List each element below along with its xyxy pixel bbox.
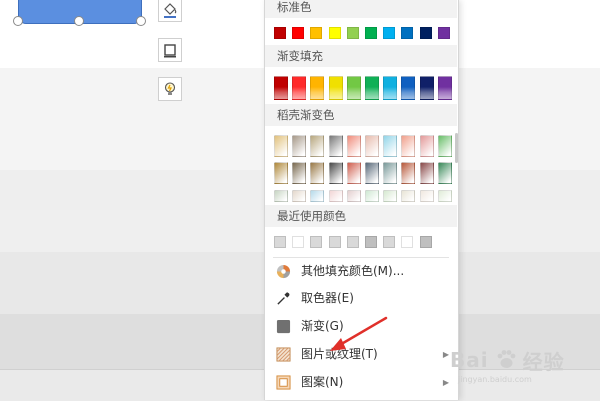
watermark-brand: Bai [450,348,489,372]
baidu-jingyan-watermark: Bai 经验 jingyan.baidu.com [450,342,590,384]
watermark-brand-suffix: 经验 [522,349,565,374]
annotation-arrow [330,316,388,351]
watermark-url: jingyan.baidu.com [458,375,532,384]
paw-logo-icon [497,350,516,368]
